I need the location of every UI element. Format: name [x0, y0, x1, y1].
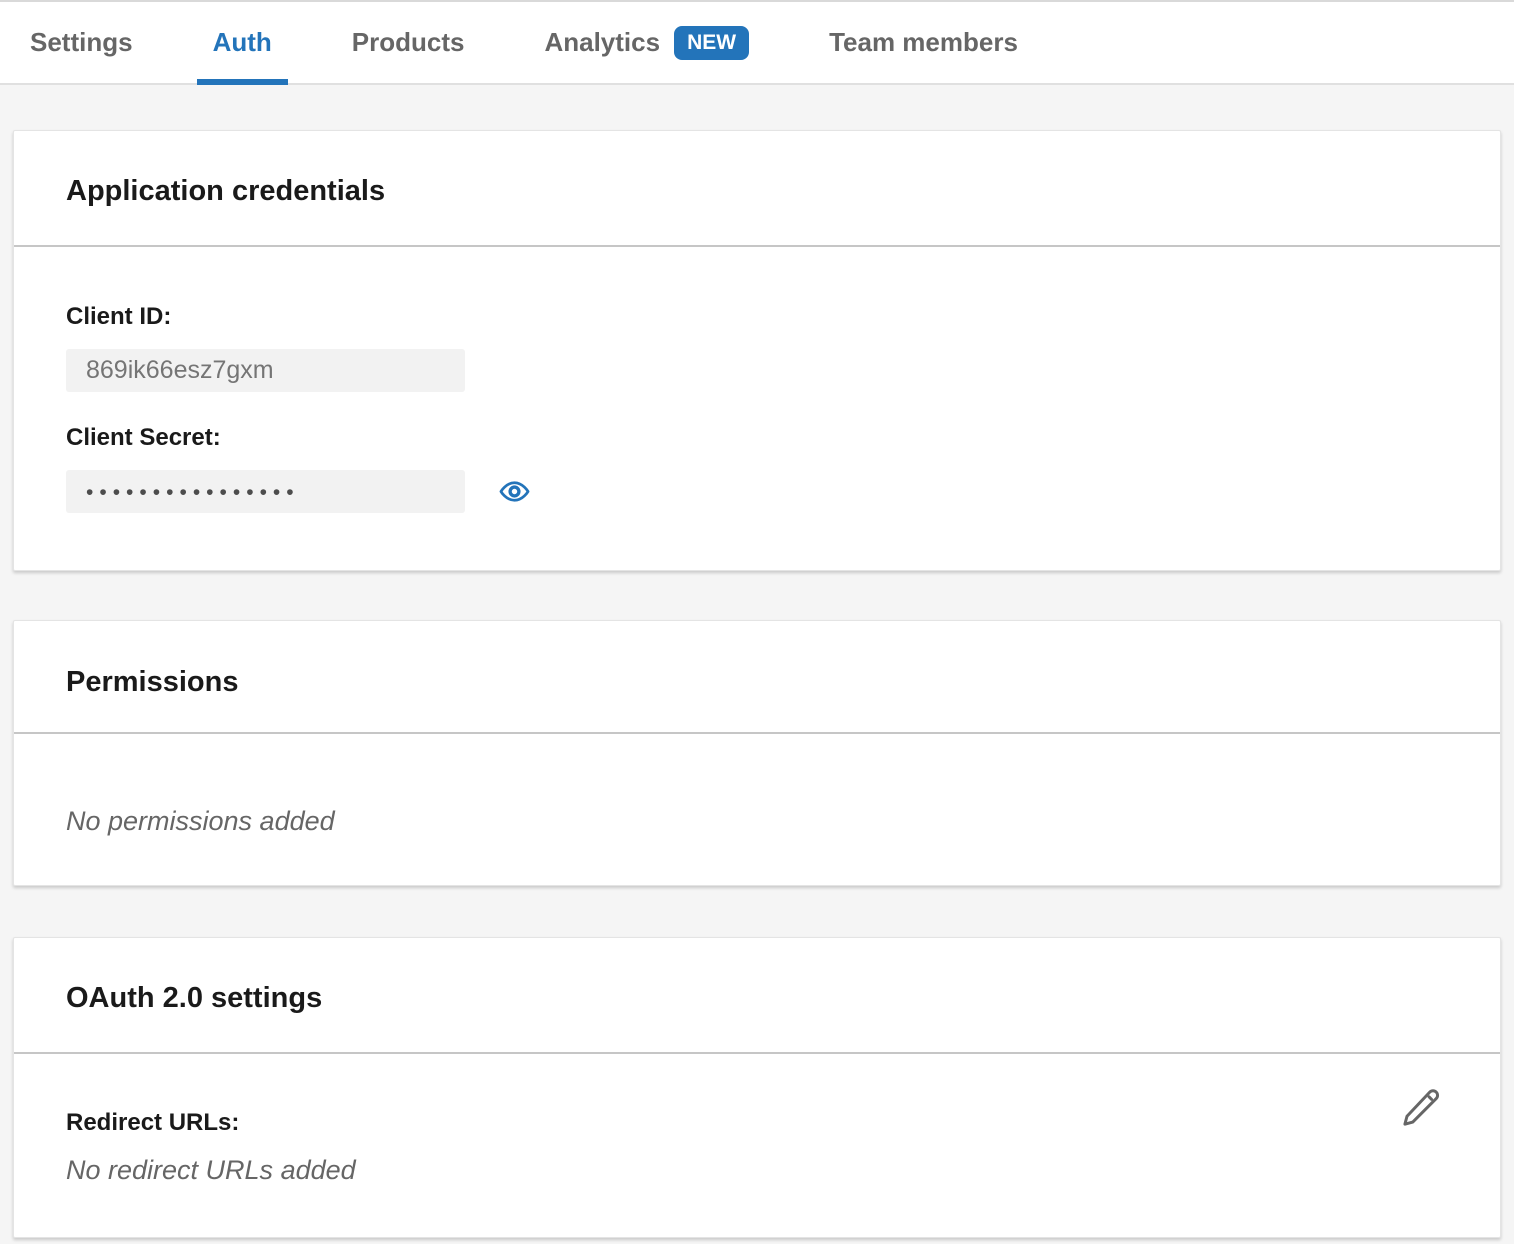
pencil-icon	[1400, 1086, 1442, 1128]
client-secret-label: Client Secret:	[66, 424, 1448, 452]
client-secret-row: ••••••••••••••••	[66, 470, 1448, 513]
application-credentials-header: Application credentials	[14, 131, 1500, 247]
client-id-label: Client ID:	[66, 303, 1448, 331]
client-id-value: 869ik66esz7gxm	[86, 356, 274, 385]
tab-team-members[interactable]: Team members	[813, 2, 1034, 83]
permissions-title: Permissions	[66, 666, 1448, 698]
tab-settings[interactable]: Settings	[14, 2, 149, 83]
oauth-settings-header: OAuth 2.0 settings	[14, 938, 1500, 1054]
oauth-settings-card: OAuth 2.0 settings Redirect URLs: No red…	[13, 937, 1501, 1238]
client-secret-masked-value: ••••••••••••••••	[86, 480, 300, 503]
new-badge: NEW	[674, 26, 749, 60]
auth-tab-content: Application credentials Client ID: 869ik…	[0, 85, 1514, 1238]
tab-products-label: Products	[352, 27, 465, 58]
reveal-secret-button[interactable]	[498, 476, 531, 507]
permissions-empty-text: No permissions added	[66, 806, 1448, 837]
oauth-settings-body: Redirect URLs: No redirect URLs added	[14, 1054, 1500, 1237]
permissions-card: Permissions No permissions added	[13, 620, 1501, 886]
tab-settings-label: Settings	[30, 27, 133, 58]
tab-team-members-label: Team members	[829, 27, 1018, 58]
client-id-field: 869ik66esz7gxm	[66, 349, 465, 392]
redirect-urls-empty-text: No redirect URLs added	[66, 1155, 1448, 1186]
active-tab-indicator	[197, 79, 288, 85]
edit-redirect-urls-button[interactable]	[1398, 1084, 1444, 1130]
tab-analytics[interactable]: Analytics NEW	[528, 2, 765, 83]
app-tab-bar: Settings Auth Products Analytics NEW Tea…	[0, 0, 1514, 85]
redirect-urls-label: Redirect URLs:	[66, 1109, 1448, 1137]
application-credentials-title: Application credentials	[66, 175, 1448, 207]
client-secret-field: ••••••••••••••••	[66, 470, 465, 513]
permissions-header: Permissions	[14, 621, 1500, 734]
tab-auth-label: Auth	[213, 27, 272, 58]
application-credentials-body: Client ID: 869ik66esz7gxm Client Secret:…	[14, 247, 1500, 570]
eye-icon	[498, 476, 531, 507]
tab-auth[interactable]: Auth	[197, 2, 288, 83]
tab-analytics-label: Analytics	[544, 27, 660, 58]
application-credentials-card: Application credentials Client ID: 869ik…	[13, 130, 1501, 571]
permissions-body: No permissions added	[14, 734, 1500, 885]
tab-products[interactable]: Products	[336, 2, 481, 83]
oauth-settings-title: OAuth 2.0 settings	[66, 982, 1448, 1014]
